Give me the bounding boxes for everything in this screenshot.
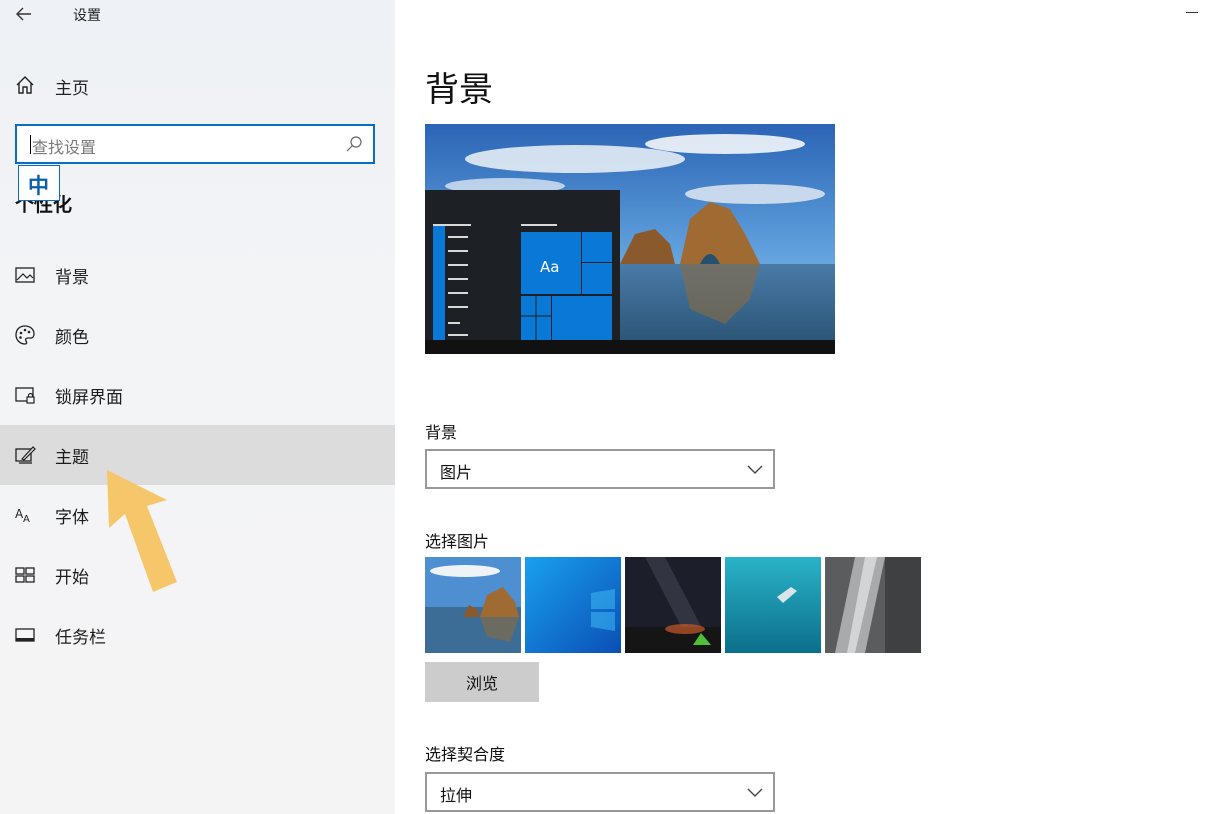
sidebar-item-label: 任务栏 [55, 628, 106, 648]
fit-dropdown-value: 拉伸 [440, 786, 473, 805]
lock-screen-icon [15, 387, 35, 404]
background-dropdown-value: 图片 [440, 463, 473, 482]
font-icon: A A [15, 507, 30, 525]
ime-indicator-text: 中 [28, 174, 49, 198]
start-tiles-icon [15, 567, 35, 583]
sidebar-item-background[interactable]: 背景 [0, 245, 395, 305]
sidebar-item-label: 背景 [55, 268, 89, 288]
app-title: 设置 [73, 8, 101, 24]
thumbnail-night-sky[interactable] [625, 557, 721, 653]
title-bar: 设置 [0, 0, 395, 30]
sidebar-item-fonts[interactable]: A A 字体 [0, 485, 395, 545]
sidebar-item-label: 字体 [55, 508, 89, 528]
main-content: 背景 Aa 背景 图片 选择图片 浏览 选择契合度 拉伸 [395, 0, 1222, 814]
sidebar-item-themes[interactable]: 主题 [0, 425, 395, 485]
chevron-down-icon [747, 788, 763, 797]
background-dropdown[interactable]: 图片 [425, 449, 775, 489]
home-icon [16, 76, 34, 94]
choose-fit-label: 选择契合度 [425, 745, 506, 764]
sidebar-item-label: 主页 [55, 79, 89, 99]
browse-button[interactable]: 浏览 [425, 662, 539, 702]
thumbnail-beach-rock[interactable] [425, 557, 521, 653]
background-preview: Aa [425, 124, 835, 354]
picture-thumbnails [425, 557, 925, 653]
theme-brush-icon [15, 446, 36, 464]
back-arrow-icon[interactable] [12, 2, 36, 26]
choose-picture-label: 选择图片 [425, 532, 490, 551]
search-input[interactable]: 查找设置 [15, 124, 375, 164]
sidebar-item-label: 主题 [55, 448, 89, 468]
fit-dropdown[interactable]: 拉伸 [425, 772, 775, 812]
search-placeholder: 查找设置 [32, 138, 97, 157]
picture-icon [15, 267, 35, 283]
ime-indicator: 中 [18, 165, 60, 201]
background-label: 背景 [425, 423, 458, 442]
palette-icon [15, 325, 35, 345]
preview-tile-text: Aa [540, 258, 559, 276]
thumbnail-windows-blue[interactable] [525, 557, 621, 653]
text-caret [30, 135, 31, 154]
sidebar-item-label: 颜色 [55, 328, 89, 348]
sidebar-item-home[interactable]: 主页 [0, 62, 395, 108]
minimize-button[interactable] [1186, 12, 1198, 13]
sidebar-item-lock-screen[interactable]: 锁屏界面 [0, 365, 395, 425]
highlight-arrow-icon [107, 470, 177, 592]
sidebar-item-label: 开始 [55, 568, 89, 588]
svg-text:A: A [23, 514, 30, 525]
chevron-down-icon [747, 465, 763, 474]
sidebar-item-taskbar[interactable]: 任务栏 [0, 605, 395, 665]
sidebar-item-start[interactable]: 开始 [0, 545, 395, 605]
thumbnail-underwater[interactable] [725, 557, 821, 653]
page-title: 背景 [425, 70, 493, 110]
sidebar: 设置 主页 查找设置 个性化 中 背景 颜色 锁屏界面 主题 A A 字体 开始… [0, 0, 395, 814]
taskbar-icon [15, 628, 35, 642]
search-icon[interactable] [345, 135, 363, 153]
sidebar-item-colors[interactable]: 颜色 [0, 305, 395, 365]
thumbnail-rock-cliff[interactable] [825, 557, 921, 653]
sidebar-item-label: 锁屏界面 [55, 388, 123, 408]
